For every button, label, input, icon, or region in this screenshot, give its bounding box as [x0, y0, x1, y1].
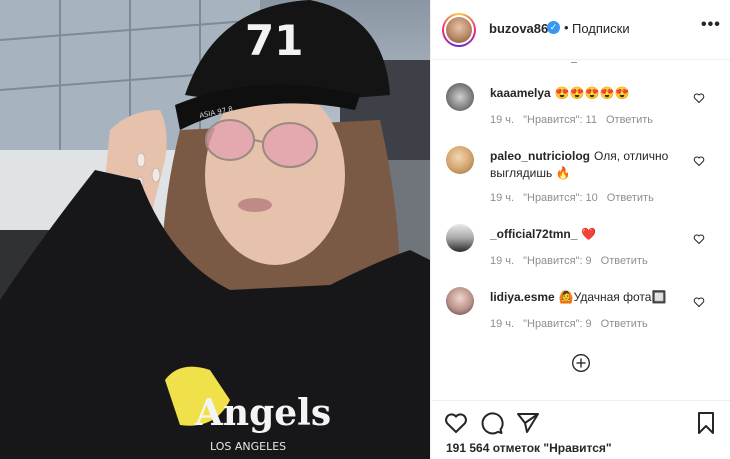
likes-count[interactable]: 191 564 отметок "Нравится": [446, 441, 612, 455]
comment-body: 🙆Удачная фота🔲: [558, 290, 667, 304]
comment-item: _official72tmn_ ❤️ 19 ч. "Нравится": 9 Отве…: [431, 224, 730, 284]
reply-button[interactable]: Ответить: [601, 255, 648, 267]
comment-meta: 19 ч. "Нравится": 11 Ответить: [490, 114, 662, 126]
comment-time[interactable]: 19 ч.: [490, 318, 514, 330]
scroll-indicator: [571, 62, 577, 63]
comment-meta: 19 ч. "Нравится": 9 Ответить: [490, 318, 657, 330]
photo-illustration: 71 ASIA 97 8 Angels LOS ANGELES: [0, 0, 430, 459]
comments-list[interactable]: kaaamelya 😍😍😍😍😍 19 ч. "Нравится": 11 Ответи…: [431, 60, 730, 400]
cap-number: 71: [245, 16, 303, 65]
comment-icon[interactable]: [480, 411, 504, 435]
hoodie-subtext: LOS ANGELES: [210, 440, 286, 453]
following-button[interactable]: Подписки: [572, 21, 630, 36]
comment-body: 😍😍😍😍😍: [554, 86, 630, 100]
comment-time[interactable]: 19 ч.: [490, 114, 514, 126]
header-separator: •: [564, 20, 569, 35]
comment-like-heart-icon[interactable]: [693, 92, 705, 104]
comment-meta: 19 ч. "Нравится": 9 Ответить: [490, 255, 657, 267]
post-username[interactable]: buzova86: [489, 21, 548, 36]
comment-avatar[interactable]: [446, 146, 474, 174]
more-options-icon[interactable]: •••: [701, 16, 721, 34]
reply-button[interactable]: Ответить: [601, 318, 648, 330]
comment-avatar[interactable]: [446, 287, 474, 315]
comment-avatar[interactable]: [446, 83, 474, 111]
comment-likes[interactable]: "Нравится": 10: [523, 192, 598, 204]
comment-text-block: paleo_nutriciolog Оля, отлично выглядишь …: [490, 148, 690, 182]
comment-like-heart-icon[interactable]: [693, 155, 705, 167]
comment-body: ❤️: [581, 227, 597, 241]
comment-likes[interactable]: "Нравится": 9: [523, 318, 592, 330]
comment-username[interactable]: kaaamelya: [490, 86, 551, 100]
reply-button[interactable]: Ответить: [607, 192, 654, 204]
comment-username[interactable]: lidiya.esme: [490, 290, 555, 304]
reply-button[interactable]: Ответить: [606, 114, 653, 126]
comment-time[interactable]: 19 ч.: [490, 255, 514, 267]
comment-text-block: kaaamelya 😍😍😍😍😍: [490, 85, 690, 102]
post-header: buzova86 ✓ • Подписки •••: [431, 0, 730, 60]
verified-badge-icon: ✓: [547, 21, 560, 34]
comment-like-heart-icon[interactable]: [693, 233, 705, 245]
comment-item: lidiya.esme 🙆Удачная фота🔲 19 ч. "Нравится…: [431, 287, 730, 347]
comment-avatar[interactable]: [446, 224, 474, 252]
comment-text-block: _official72tmn_ ❤️: [490, 226, 690, 243]
comment-likes[interactable]: "Нравится": 11: [523, 114, 597, 126]
comment-username[interactable]: paleo_nutriciolog: [490, 149, 590, 163]
hoodie-text: Angels: [194, 392, 331, 434]
heart-icon[interactable]: [444, 411, 468, 435]
comment-likes[interactable]: "Нравится": 9: [523, 255, 592, 267]
comment-item: paleo_nutriciolog Оля, отлично выглядишь …: [431, 146, 730, 206]
comment-time[interactable]: 19 ч.: [490, 192, 514, 204]
comment-text-block: lidiya.esme 🙆Удачная фота🔲: [490, 289, 690, 306]
comment-item: kaaamelya 😍😍😍😍😍 19 ч. "Нравится": 11 Ответи…: [431, 83, 730, 143]
post-side-panel: buzova86 ✓ • Подписки ••• kaaamelya 😍😍😍😍😍…: [430, 0, 730, 459]
share-icon[interactable]: [516, 411, 540, 435]
comment-like-heart-icon[interactable]: [693, 296, 705, 308]
avatar[interactable]: [442, 13, 476, 47]
comment-username[interactable]: _official72tmn_: [490, 227, 577, 241]
add-circle-icon[interactable]: [571, 353, 591, 373]
post-actions-footer: 191 564 отметок "Нравится": [431, 400, 730, 459]
post-photo[interactable]: 71 ASIA 97 8 Angels LOS ANGELES: [0, 0, 430, 459]
bookmark-icon[interactable]: [694, 411, 718, 435]
comment-meta: 19 ч. "Нравится": 10 Ответить: [490, 192, 663, 204]
